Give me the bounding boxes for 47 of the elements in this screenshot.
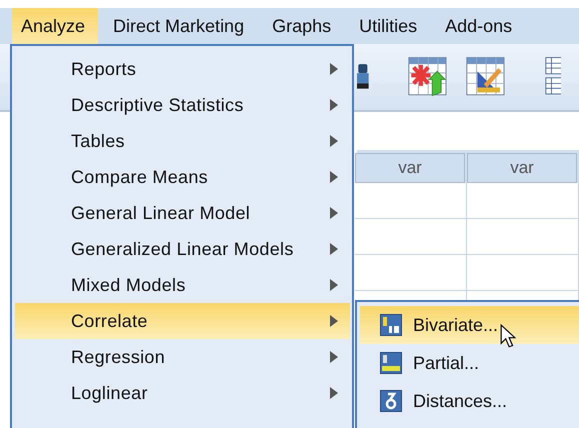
menu-bar-item[interactable]: Utilities: [350, 8, 430, 44]
menu-item[interactable]: Regression: [15, 339, 350, 375]
submenu-arrow-icon: [330, 351, 338, 363]
menu-item-label: Descriptive Statistics: [71, 94, 244, 116]
submenu-arrow-icon: [330, 279, 338, 291]
menu-item[interactable]: Correlate: [15, 303, 350, 339]
menu-item-label: Loglinear: [71, 382, 148, 404]
column-header: var: [467, 153, 577, 183]
submenu-arrow-icon: [330, 135, 338, 147]
menu-item[interactable]: Compare Means: [15, 159, 350, 195]
menu-item-label: Compare Means: [71, 166, 208, 188]
menu-item[interactable]: Bivariate...: [360, 306, 579, 344]
menu-item[interactable]: General Linear Model: [15, 195, 350, 231]
menu-item-label: Tables: [71, 130, 125, 152]
menu-item[interactable]: Mixed Models: [15, 267, 350, 303]
menu-item-label: General Linear Model: [71, 202, 250, 224]
menu-item[interactable]: Tables: [15, 123, 350, 159]
menu-bar-item[interactable]: Analyze: [12, 8, 98, 44]
menu-item-label: Mixed Models: [71, 274, 186, 296]
menu-item-label: Partial...: [413, 352, 480, 374]
submenu-arrow-icon: [330, 315, 338, 327]
menu-item[interactable]: Descriptive Statistics: [15, 87, 350, 123]
menu-item[interactable]: Generalized Linear Models: [15, 231, 350, 267]
menu-item-label: Reports: [71, 58, 136, 80]
menu-item[interactable]: Distances...: [360, 382, 579, 420]
partial-correlation-icon: [380, 352, 402, 374]
submenu-arrow-icon: [330, 171, 338, 183]
menu-item-label: Regression: [71, 346, 166, 368]
menu-bar-item[interactable]: Graphs: [263, 8, 344, 44]
mouse-pointer-icon: [500, 324, 516, 349]
menu-bar-item[interactable]: Add-ons: [436, 8, 526, 44]
submenu-arrow-icon: [330, 207, 338, 219]
submenu-arrow-icon: [330, 243, 338, 255]
distance-icon: [380, 390, 402, 412]
submenu-arrow-icon: [330, 387, 338, 399]
menu-bar-item[interactable]: Direct Marketing: [104, 8, 258, 44]
menu-item-label: Bivariate...: [413, 314, 498, 336]
menu-item[interactable]: Loglinear: [15, 375, 350, 411]
menu-item-label: Generalized Linear Models: [71, 238, 294, 260]
menu-item-label: Correlate: [71, 310, 148, 332]
menu-item[interactable]: Reports: [15, 51, 350, 87]
correlation-icon: [380, 314, 402, 336]
column-header: var: [355, 153, 465, 183]
submenu-arrow-icon: [330, 99, 338, 111]
menu-item[interactable]: Partial...: [360, 344, 579, 382]
menu-item-label: Distances...: [413, 390, 508, 412]
submenu-arrow-icon: [330, 63, 338, 75]
